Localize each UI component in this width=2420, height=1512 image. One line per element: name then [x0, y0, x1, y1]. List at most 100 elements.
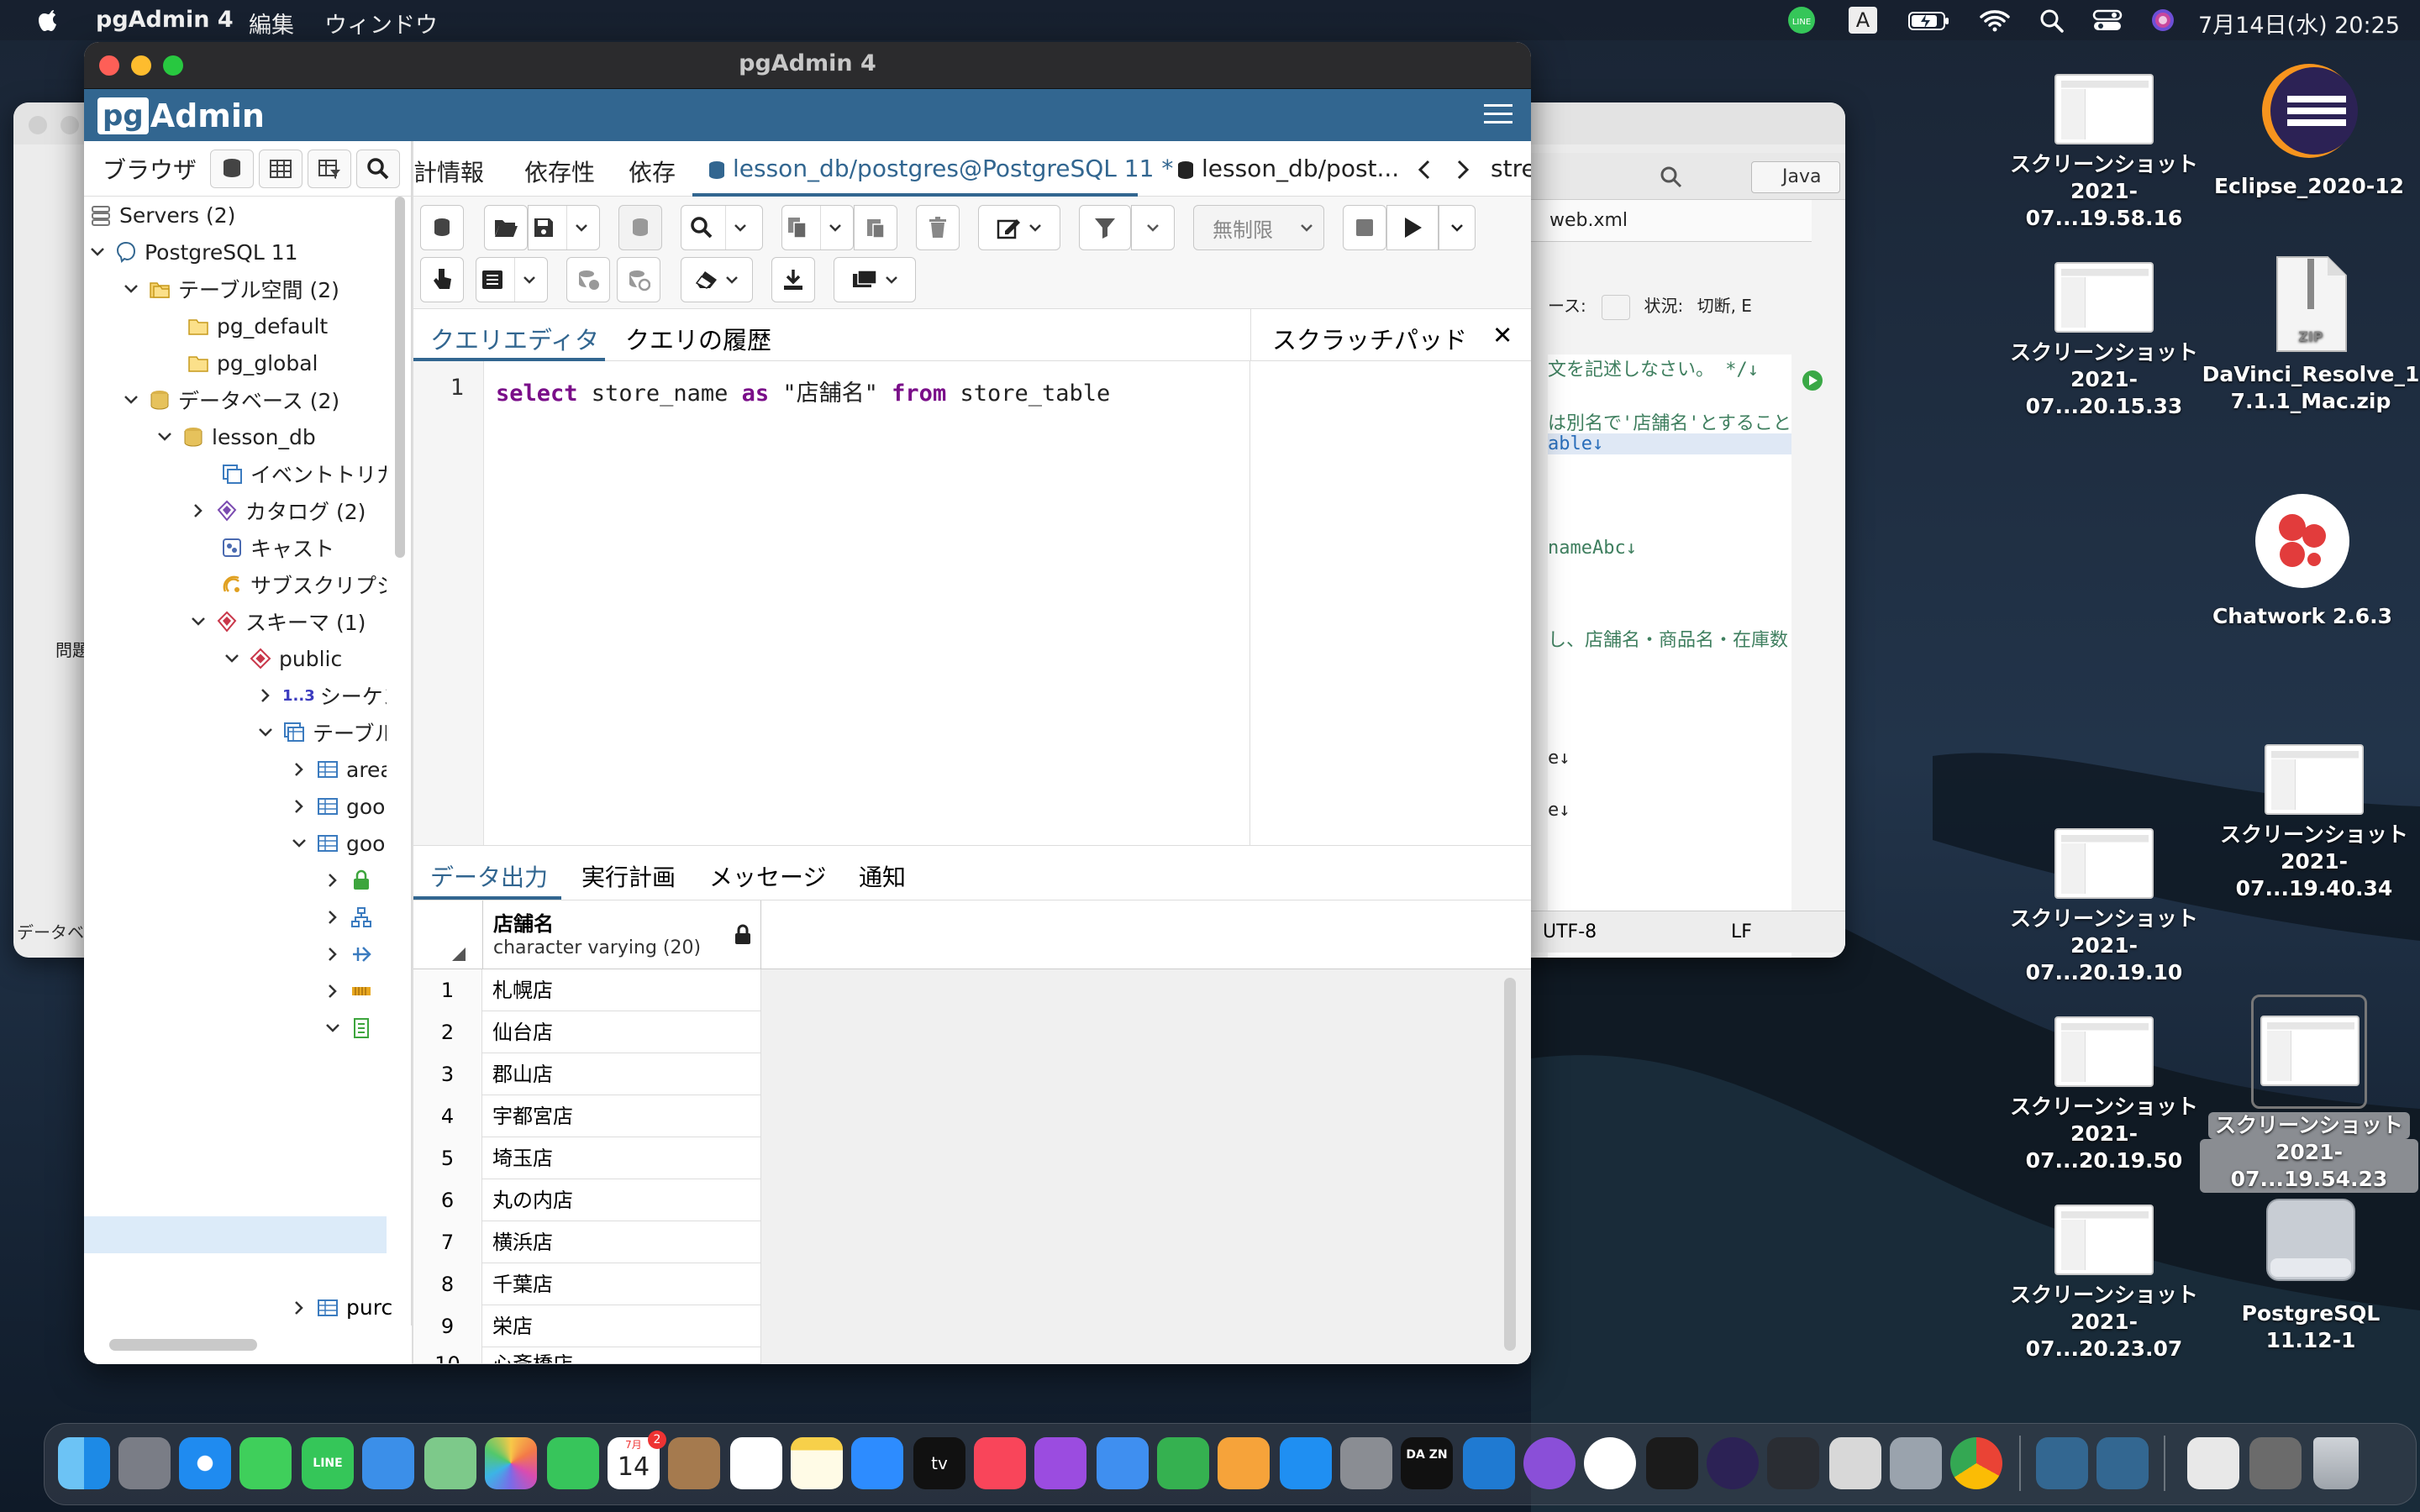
desktop-icon-screenshot-selected[interactable]: スクリーンショット 2021-07...19.54.23: [2200, 995, 2418, 1193]
text-editor-icon[interactable]: [1829, 1437, 1881, 1489]
open-file-button[interactable]: [484, 205, 528, 250]
tree-node-indexes[interactable]: [324, 936, 380, 973]
tree-node-postgresql-11[interactable]: PostgreSQL 11: [89, 234, 298, 270]
tab-dependencies[interactable]: 依存性: [524, 155, 595, 188]
desktop-icon-screenshot[interactable]: スクリーンショット 2021-07...20.19.50: [1995, 1016, 2213, 1174]
tree-node-subscriptions[interactable]: サブスクリプション: [220, 566, 387, 603]
messages-icon[interactable]: [239, 1437, 292, 1489]
terminal-icon[interactable]: [1646, 1437, 1698, 1489]
desktop-icon-postgresql-dmg[interactable]: PostgreSQL 11.12-1: [2202, 1188, 2420, 1354]
copy-button[interactable]: [781, 205, 854, 250]
search-icon[interactable]: [1659, 165, 1684, 190]
tree-node-public[interactable]: public: [224, 640, 342, 677]
tree-node-catalogs[interactable]: カタログ (2): [190, 492, 366, 529]
siri-icon[interactable]: [2148, 3, 2178, 37]
paste-button[interactable]: [854, 205, 897, 250]
finder-icon[interactable]: [58, 1437, 110, 1489]
menu-edit[interactable]: 編集: [249, 7, 294, 39]
tree-node-schemas[interactable]: スキーマ (1): [190, 603, 366, 640]
tree-node-servers[interactable]: Servers (2): [89, 197, 235, 234]
filtered-rows-button[interactable]: [308, 149, 351, 188]
explain-button[interactable]: [420, 257, 464, 302]
desktop-icon-davinci-zip[interactable]: ZIP DaVinci_Resolve_1 7.1.1_Mac.zip: [2202, 254, 2420, 415]
download-csv-button[interactable]: [771, 257, 815, 302]
table-row[interactable]: 2 仙台店: [413, 1011, 761, 1053]
sql-editor[interactable]: 1 select store_name as "店舗名" from store_…: [413, 361, 1250, 845]
vscode-icon[interactable]: [1463, 1437, 1515, 1489]
object-properties-button[interactable]: [210, 149, 254, 188]
minimized-window-icon[interactable]: [2187, 1437, 2239, 1489]
chevron-left-icon[interactable]: [1415, 158, 1435, 181]
table-row[interactable]: 3 郡山店: [413, 1053, 761, 1095]
table-row[interactable]: 10 心斎橋店: [413, 1347, 761, 1364]
grid-vertical-scrollbar[interactable]: [1504, 978, 1516, 1351]
safari-icon[interactable]: [179, 1437, 231, 1489]
tree-node-table-goo-expanded[interactable]: goo: [291, 825, 385, 862]
status-spinner[interactable]: [1602, 294, 1631, 320]
table-row[interactable]: 9 栄店: [413, 1305, 761, 1347]
control-center-icon[interactable]: [2091, 3, 2124, 37]
tree-node-casts[interactable]: キャスト: [220, 529, 334, 566]
tab-data-output[interactable]: データ出力: [430, 859, 548, 893]
davinci-resolve-icon[interactable]: [1767, 1437, 1819, 1489]
input-source-indicator[interactable]: A: [1849, 7, 1877, 34]
select-all-corner-icon[interactable]: [450, 946, 467, 963]
delete-button[interactable]: [916, 205, 960, 250]
clear-button[interactable]: [681, 257, 753, 302]
downloads-stack-icon[interactable]: [2249, 1437, 2302, 1489]
notes-icon[interactable]: [791, 1437, 843, 1489]
filter-options-button[interactable]: [1131, 205, 1175, 250]
tree-horizontal-scrollbar[interactable]: [109, 1339, 257, 1351]
tree-node-tables[interactable]: テーブル: [257, 714, 387, 751]
trash-icon[interactable]: [2313, 1437, 2359, 1489]
table-row[interactable]: 5 埼玉店: [413, 1137, 761, 1179]
table-row[interactable]: 8 千葉店: [413, 1263, 761, 1305]
execute-options-button[interactable]: [1439, 205, 1476, 250]
calendar-icon[interactable]: 7月 14 2: [608, 1431, 666, 1489]
tab-messages[interactable]: メッセージ: [709, 859, 826, 893]
chatwork-dock-icon[interactable]: [1584, 1437, 1636, 1489]
tree-node-constraints[interactable]: [324, 899, 380, 936]
table-row[interactable]: 4 宇都宮店: [413, 1095, 761, 1137]
contacts-icon[interactable]: [668, 1437, 720, 1489]
chrome-icon[interactable]: [1950, 1437, 2002, 1489]
desktop-icon-eclipse[interactable]: Eclipse_2020-12: [2200, 59, 2418, 200]
tree-node-event-triggers[interactable]: イベントトリガ: [220, 455, 387, 492]
preview-icon[interactable]: [1890, 1437, 1942, 1489]
desktop-icon-screenshot[interactable]: スクリーンショット 2021-07...20.23.07: [1995, 1205, 2213, 1362]
apple-icon[interactable]: [32, 3, 66, 37]
tree-node-tablespaces[interactable]: テーブル空間 (2): [123, 270, 339, 307]
spotlight-search-icon[interactable]: [2037, 3, 2067, 37]
line-app-icon[interactable]: LINE: [302, 1437, 354, 1489]
numbers-icon[interactable]: [1157, 1437, 1209, 1489]
pages-icon[interactable]: [1218, 1437, 1270, 1489]
music-icon[interactable]: [974, 1437, 1026, 1489]
java-perspective-button[interactable]: Java: [1751, 161, 1840, 193]
edit-button[interactable]: [978, 205, 1060, 250]
github-desktop-icon[interactable]: [1523, 1437, 1576, 1489]
tree-node-pg-default[interactable]: pg_default: [187, 307, 328, 344]
run-icon[interactable]: [1800, 368, 1825, 393]
dazn-icon[interactable]: DA ZN: [1401, 1437, 1453, 1489]
tab-notifications[interactable]: 通知: [859, 859, 906, 893]
app-store-icon[interactable]: [1280, 1437, 1332, 1489]
desktop-icon-screenshot[interactable]: スクリーンショット 2021-07...19.40.34: [2205, 744, 2420, 902]
tree-node-table-purc[interactable]: purc: [291, 1295, 392, 1320]
scratch-pad-area[interactable]: [1250, 361, 1531, 845]
photos-icon[interactable]: [485, 1437, 537, 1489]
menu-datetime[interactable]: 7月14日(水) 20:25: [2198, 7, 2400, 39]
macros-button[interactable]: [834, 257, 916, 302]
web-xml-tab[interactable]: web.xml: [1549, 210, 1628, 231]
chevron-right-icon[interactable]: [1452, 158, 1472, 181]
tree-node-pg-global[interactable]: pg_global: [187, 344, 318, 381]
desktop-icon-screenshot[interactable]: スクリーンショット 2021-07...19.58.16: [1995, 74, 2213, 232]
stop-query-button[interactable]: [1343, 205, 1386, 250]
tree-node-triggers[interactable]: [324, 1010, 380, 1047]
tab-overflow[interactable]: stres: [1491, 155, 1531, 182]
table-row[interactable]: 6 丸の内店: [413, 1179, 761, 1221]
row-limit-select[interactable]: 無制限: [1193, 205, 1324, 250]
facetime-icon[interactable]: [547, 1437, 599, 1489]
view-data-button[interactable]: [259, 149, 302, 188]
column-header-store-name[interactable]: 店舗名 character varying (20): [482, 900, 761, 969]
keynote-icon[interactable]: [1097, 1437, 1149, 1489]
